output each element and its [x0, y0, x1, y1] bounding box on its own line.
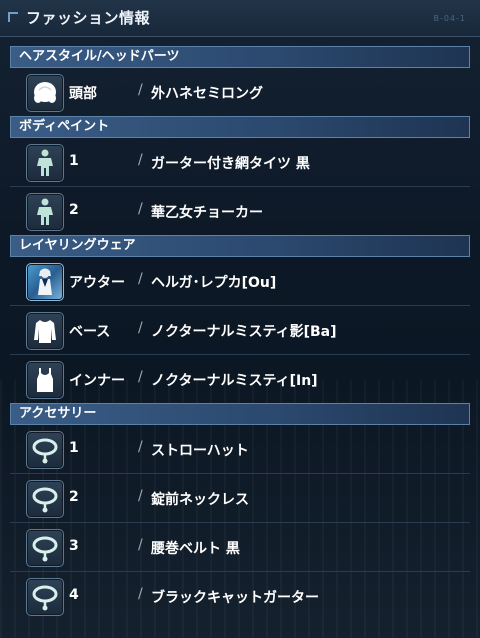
section-accessories: アクセサリー 1 / ストローハット 2 / 錠前ネックレス 3 / 腰巻ベルト… [10, 403, 470, 620]
item-value: 外ハネセミロング [151, 86, 263, 102]
list-item-accessory-4[interactable]: 4 / ブラックキャットガーター [10, 572, 470, 620]
section-header-layering-wear: レイヤリングウェア [10, 235, 470, 257]
list-item-body-paint-1[interactable]: 1 / ガーター付き網タイツ 黒 [10, 138, 470, 187]
item-value: ノクターナルミスティ[In] [151, 373, 318, 389]
section-hair: ヘアスタイル/ヘッドパーツ 頭部 / 外ハネセミロング [10, 46, 470, 116]
item-separator: / [138, 586, 143, 602]
body-paint-icon [26, 193, 64, 231]
list-item-base[interactable]: ベース / ノクターナルミスティ影[Ba] [10, 306, 470, 355]
title-bar: ファッション情報 B-04-1 [0, 0, 480, 37]
item-label: 3 [69, 538, 79, 554]
item-value: ヘルガ･レプカ[Ou] [151, 275, 277, 291]
shirt-icon [26, 312, 64, 350]
accessory-icon [26, 480, 64, 518]
list-item-hair-head[interactable]: 頭部 / 外ハネセミロング [10, 68, 470, 116]
window-title: ファッション情報 [26, 9, 151, 27]
item-label: アウター [69, 275, 125, 291]
section-header-body-paint: ボディペイント [10, 116, 470, 138]
item-label: 1 [69, 440, 79, 456]
item-separator: / [138, 439, 143, 455]
fashion-info-window: ファッション情報 B-04-1 ヘアスタイル/ヘッドパーツ 頭部 / 外ハネセミ… [0, 0, 480, 638]
item-value: 華乙女チョーカー [151, 205, 263, 221]
hair-icon [26, 74, 64, 112]
item-separator: / [138, 488, 143, 504]
tank-top-icon [26, 361, 64, 399]
item-separator: / [138, 369, 143, 385]
section-layering-wear: レイヤリングウェア アウター / ヘルガ･レプカ[Ou] ベース / ノクターナ… [10, 235, 470, 403]
item-label: 2 [69, 202, 79, 218]
section-header-accessories: アクセサリー [10, 403, 470, 425]
window-corner-code: B-04-1 [433, 14, 466, 23]
section-body-paint: ボディペイント 1 / ガーター付き網タイツ 黒 2 / 華乙女チョーカー [10, 116, 470, 235]
item-label: ベース [69, 324, 111, 340]
accessory-icon [26, 578, 64, 616]
item-label: 頭部 [69, 86, 97, 102]
item-value: ノクターナルミスティ影[Ba] [151, 324, 337, 340]
section-header-hair: ヘアスタイル/ヘッドパーツ [10, 46, 470, 68]
item-value: 錠前ネックレス [151, 492, 249, 508]
item-separator: / [138, 201, 143, 217]
title-corner-icon [8, 12, 18, 22]
list-item-outer[interactable]: アウター / ヘルガ･レプカ[Ou] [10, 257, 470, 306]
list-item-body-paint-2[interactable]: 2 / 華乙女チョーカー [10, 187, 470, 235]
item-separator: / [138, 271, 143, 287]
item-separator: / [138, 320, 143, 336]
fashion-list: ヘアスタイル/ヘッドパーツ 頭部 / 外ハネセミロング ボディペイント 1 / … [10, 46, 470, 620]
item-value: 腰巻ベルト 黒 [151, 541, 240, 557]
item-separator: / [138, 152, 143, 168]
body-paint-icon [26, 144, 64, 182]
item-separator: / [138, 82, 143, 98]
item-value: ブラックキャットガーター [151, 590, 319, 606]
list-item-accessory-1[interactable]: 1 / ストローハット [10, 425, 470, 474]
item-value: ガーター付き網タイツ 黒 [151, 156, 310, 172]
item-label: 2 [69, 489, 79, 505]
outer-portrait-icon [26, 263, 64, 301]
list-item-inner[interactable]: インナー / ノクターナルミスティ[In] [10, 355, 470, 403]
item-separator: / [138, 537, 143, 553]
item-value: ストローハット [151, 443, 249, 459]
item-label: 1 [69, 153, 79, 169]
list-item-accessory-2[interactable]: 2 / 錠前ネックレス [10, 474, 470, 523]
item-label: インナー [69, 373, 125, 389]
accessory-icon [26, 431, 64, 469]
accessory-icon [26, 529, 64, 567]
item-label: 4 [69, 587, 79, 603]
list-item-accessory-3[interactable]: 3 / 腰巻ベルト 黒 [10, 523, 470, 572]
